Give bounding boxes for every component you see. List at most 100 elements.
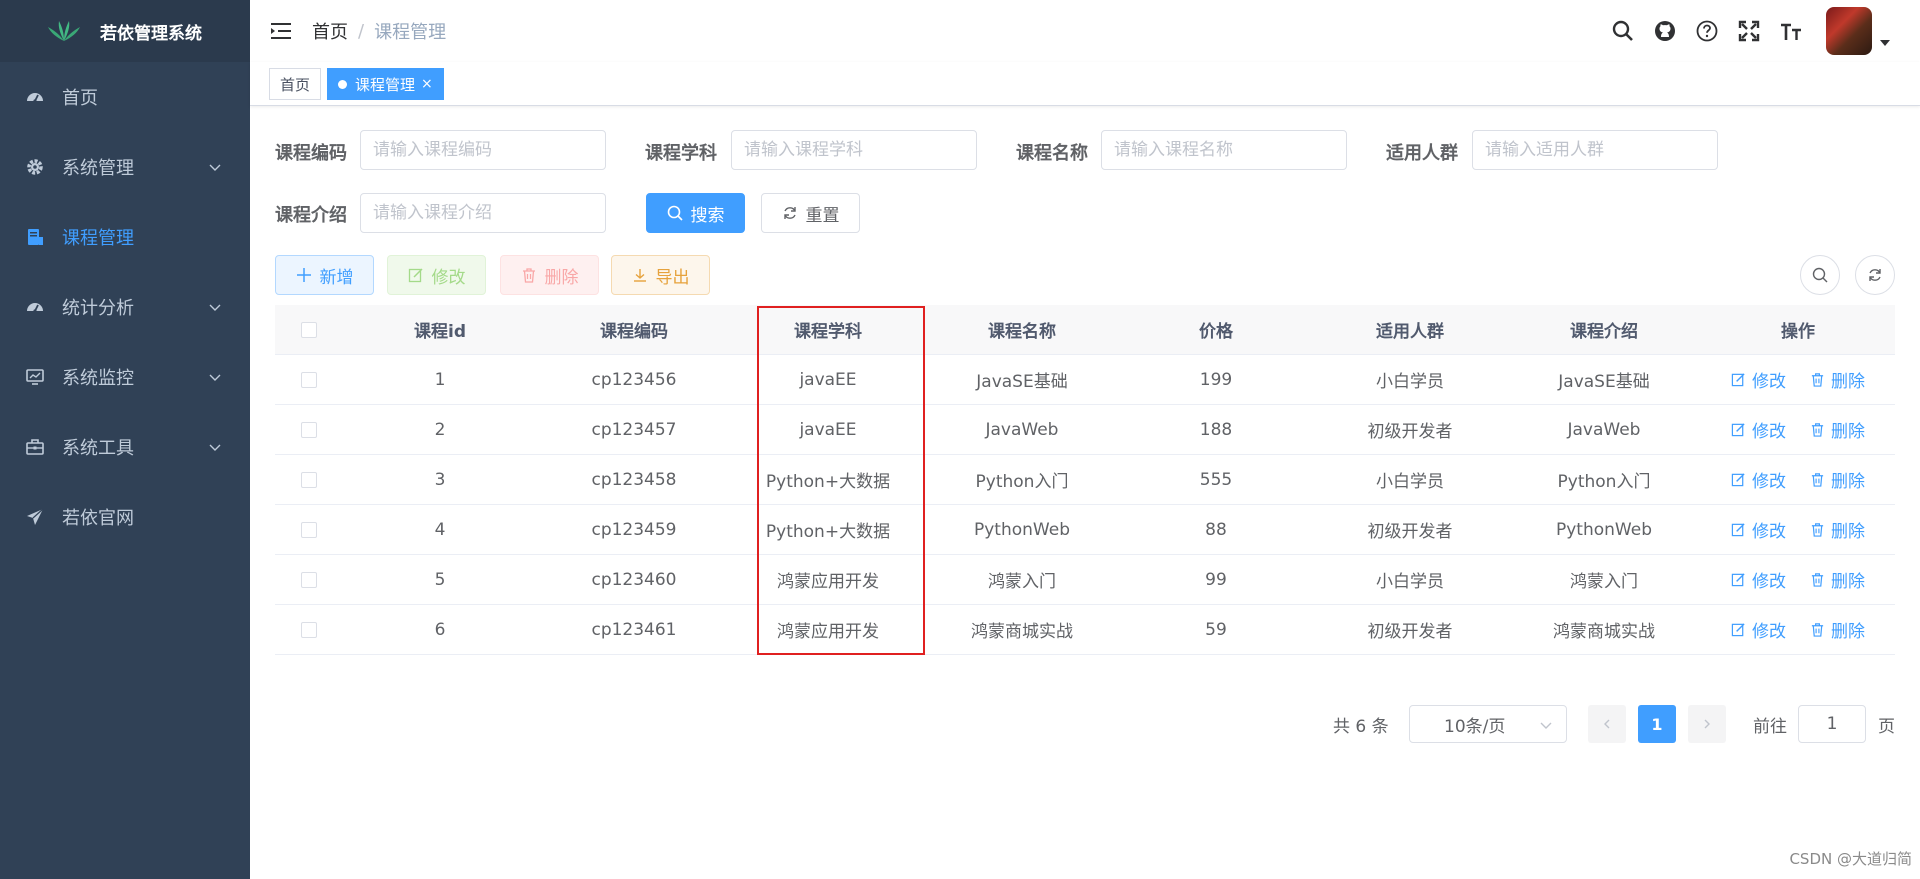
refresh-icon: [1869, 269, 1881, 281]
sidebar: 若依管理系统 首页系统管理课程管理统计分析 系统监控 系统工具 若依官网: [0, 0, 250, 879]
breadcrumb-home[interactable]: 首页: [312, 18, 348, 44]
cell-crowd: 初级开发者: [1367, 422, 1453, 442]
sidebar-item-3[interactable]: 统计分析: [0, 272, 250, 342]
row-edit-button[interactable]: 修改: [1731, 367, 1786, 392]
page-size-select[interactable]: 10条/页: [1409, 705, 1567, 743]
cell-crowd: 初级开发者: [1367, 522, 1453, 542]
sidebar-item-1[interactable]: 系统管理: [0, 132, 250, 202]
row-edit-button[interactable]: 修改: [1731, 467, 1786, 492]
app-logo[interactable]: 若依管理系统: [0, 0, 250, 62]
github-icon[interactable]: [1652, 18, 1678, 44]
crowd-label: 适用人群: [1386, 143, 1458, 164]
tag-course-management[interactable]: 课程管理 ×: [327, 68, 444, 100]
row-edit-button[interactable]: 修改: [1731, 567, 1786, 592]
row-checkbox[interactable]: [301, 371, 317, 388]
toggle-search-button[interactable]: [1800, 255, 1840, 295]
header-course-subject[interactable]: 课程学科: [731, 317, 925, 342]
tag-home[interactable]: 首页: [269, 68, 322, 100]
row-delete-label: 删除: [1831, 472, 1865, 492]
intro-label: 课程介绍: [275, 205, 347, 226]
header-course-code[interactable]: 课程编码: [537, 317, 731, 342]
intro-input[interactable]: [360, 193, 606, 233]
header-course-id[interactable]: 课程id: [343, 317, 537, 342]
next-page-button[interactable]: [1688, 705, 1726, 743]
cell-crowd: 小白学员: [1376, 572, 1444, 592]
row-edit-button[interactable]: 修改: [1731, 517, 1786, 542]
row-delete-button[interactable]: 删除: [1810, 567, 1865, 592]
sidebar-item-label: 课程管理: [62, 228, 134, 249]
question-icon[interactable]: [1694, 18, 1720, 44]
edit-button[interactable]: 修改: [387, 255, 486, 295]
sidebar-item-5[interactable]: 系统工具: [0, 412, 250, 482]
search-button[interactable]: 搜索: [646, 193, 745, 233]
cell-name: 鸿蒙商城实战: [971, 622, 1073, 642]
row-select-cell: [275, 421, 343, 438]
row-checkbox[interactable]: [301, 521, 317, 538]
sidebar-item-6[interactable]: 若依官网: [0, 482, 250, 552]
cell-intro: PythonWeb: [1556, 519, 1652, 540]
row-checkbox[interactable]: [301, 621, 317, 638]
cell-id: 3: [434, 469, 446, 490]
export-button[interactable]: 导出: [611, 255, 710, 295]
table-row[interactable]: 6 cp123461 鸿蒙应用开发 鸿蒙商城实战 59 初级开发者 鸿蒙商城实战 修改 删除: [275, 605, 1895, 655]
close-icon[interactable]: ×: [421, 76, 433, 92]
table-row[interactable]: 3 cp123458 Python+大数据 Python入门 555 小白学员 Python…: [275, 455, 1895, 505]
avatar[interactable]: [1826, 7, 1872, 55]
sidebar-item-0[interactable]: 首页: [0, 62, 250, 132]
cell-code: cp123461: [591, 619, 677, 640]
select-all-checkbox[interactable]: [301, 321, 317, 338]
tag-current-label: 课程管理: [355, 75, 416, 94]
delete-button[interactable]: 删除: [500, 255, 599, 295]
row-delete-button[interactable]: 删除: [1810, 517, 1865, 542]
tags-view: 首页 课程管理 ×: [250, 62, 1920, 106]
table-header-row: 课程id 课程编码 课程学科 课程名称 价格 适用人群 课程介绍 操作: [275, 305, 1895, 355]
row-actions: 修改 删除: [1701, 517, 1895, 542]
prev-page-button[interactable]: [1588, 705, 1626, 743]
search-button-label: 搜索: [690, 205, 725, 226]
sidebar-item-4[interactable]: 系统监控: [0, 342, 250, 412]
page-1-button[interactable]: 1: [1638, 705, 1676, 743]
font-size-icon[interactable]: [1778, 18, 1804, 44]
goto-page-input[interactable]: [1798, 705, 1866, 743]
add-button[interactable]: 新增: [275, 255, 374, 295]
table-row[interactable]: 1 cp123456 javaEE JavaSE基础 199 小白学员 JavaSE基础 修改…: [275, 355, 1895, 405]
header-course-name[interactable]: 课程名称: [925, 317, 1119, 342]
row-checkbox[interactable]: [301, 471, 317, 488]
row-edit-button[interactable]: 修改: [1731, 617, 1786, 642]
row-delete-button[interactable]: 删除: [1810, 367, 1865, 392]
name-input[interactable]: [1101, 130, 1347, 170]
row-edit-button[interactable]: 修改: [1731, 417, 1786, 442]
cell-subject: 鸿蒙应用开发: [777, 572, 879, 592]
row-delete-button[interactable]: 删除: [1810, 467, 1865, 492]
header-intro[interactable]: 课程介绍: [1507, 317, 1701, 342]
subject-input[interactable]: [731, 130, 977, 170]
plus-icon: [296, 268, 311, 282]
fullscreen-icon[interactable]: [1736, 18, 1762, 44]
crowd-input[interactable]: [1472, 130, 1718, 170]
row-checkbox[interactable]: [301, 571, 317, 588]
chevron-right-icon: [1704, 719, 1710, 729]
hamburger-icon[interactable]: [270, 20, 292, 42]
cell-crowd: 小白学员: [1376, 472, 1444, 492]
header-price[interactable]: 价格: [1119, 317, 1313, 342]
row-delete-button[interactable]: 删除: [1810, 617, 1865, 642]
table-row[interactable]: 4 cp123459 Python+大数据 PythonWeb 88 初级开发者 Pytho…: [275, 505, 1895, 555]
row-checkbox[interactable]: [301, 421, 317, 438]
search-icon[interactable]: [1610, 18, 1636, 44]
chevron-down-icon[interactable]: [1880, 40, 1890, 46]
header-crowd[interactable]: 适用人群: [1313, 317, 1507, 342]
reset-button[interactable]: 重置: [761, 193, 860, 233]
refresh-table-button[interactable]: [1855, 255, 1895, 295]
app-title: 若依管理系统: [100, 23, 202, 44]
cell-code: cp123457: [591, 419, 677, 440]
row-delete-button[interactable]: 删除: [1810, 417, 1865, 442]
table-row[interactable]: 2 cp123457 javaEE JavaWeb 188 初级开发者 JavaWeb 修改 删…: [275, 405, 1895, 455]
navbar: 首页 / 课程管理: [250, 0, 1920, 62]
code-input[interactable]: [360, 130, 606, 170]
breadcrumb-current: 课程管理: [374, 22, 447, 43]
sidebar-item-label: 系统管理: [62, 158, 134, 179]
row-edit-label: 修改: [1752, 622, 1786, 642]
sidebar-item-2[interactable]: 课程管理: [0, 202, 250, 272]
dashboard-icon: [26, 88, 44, 106]
table-row[interactable]: 5 cp123460 鸿蒙应用开发 鸿蒙入门 99 小白学员 鸿蒙入门 修改 删除: [275, 555, 1895, 605]
